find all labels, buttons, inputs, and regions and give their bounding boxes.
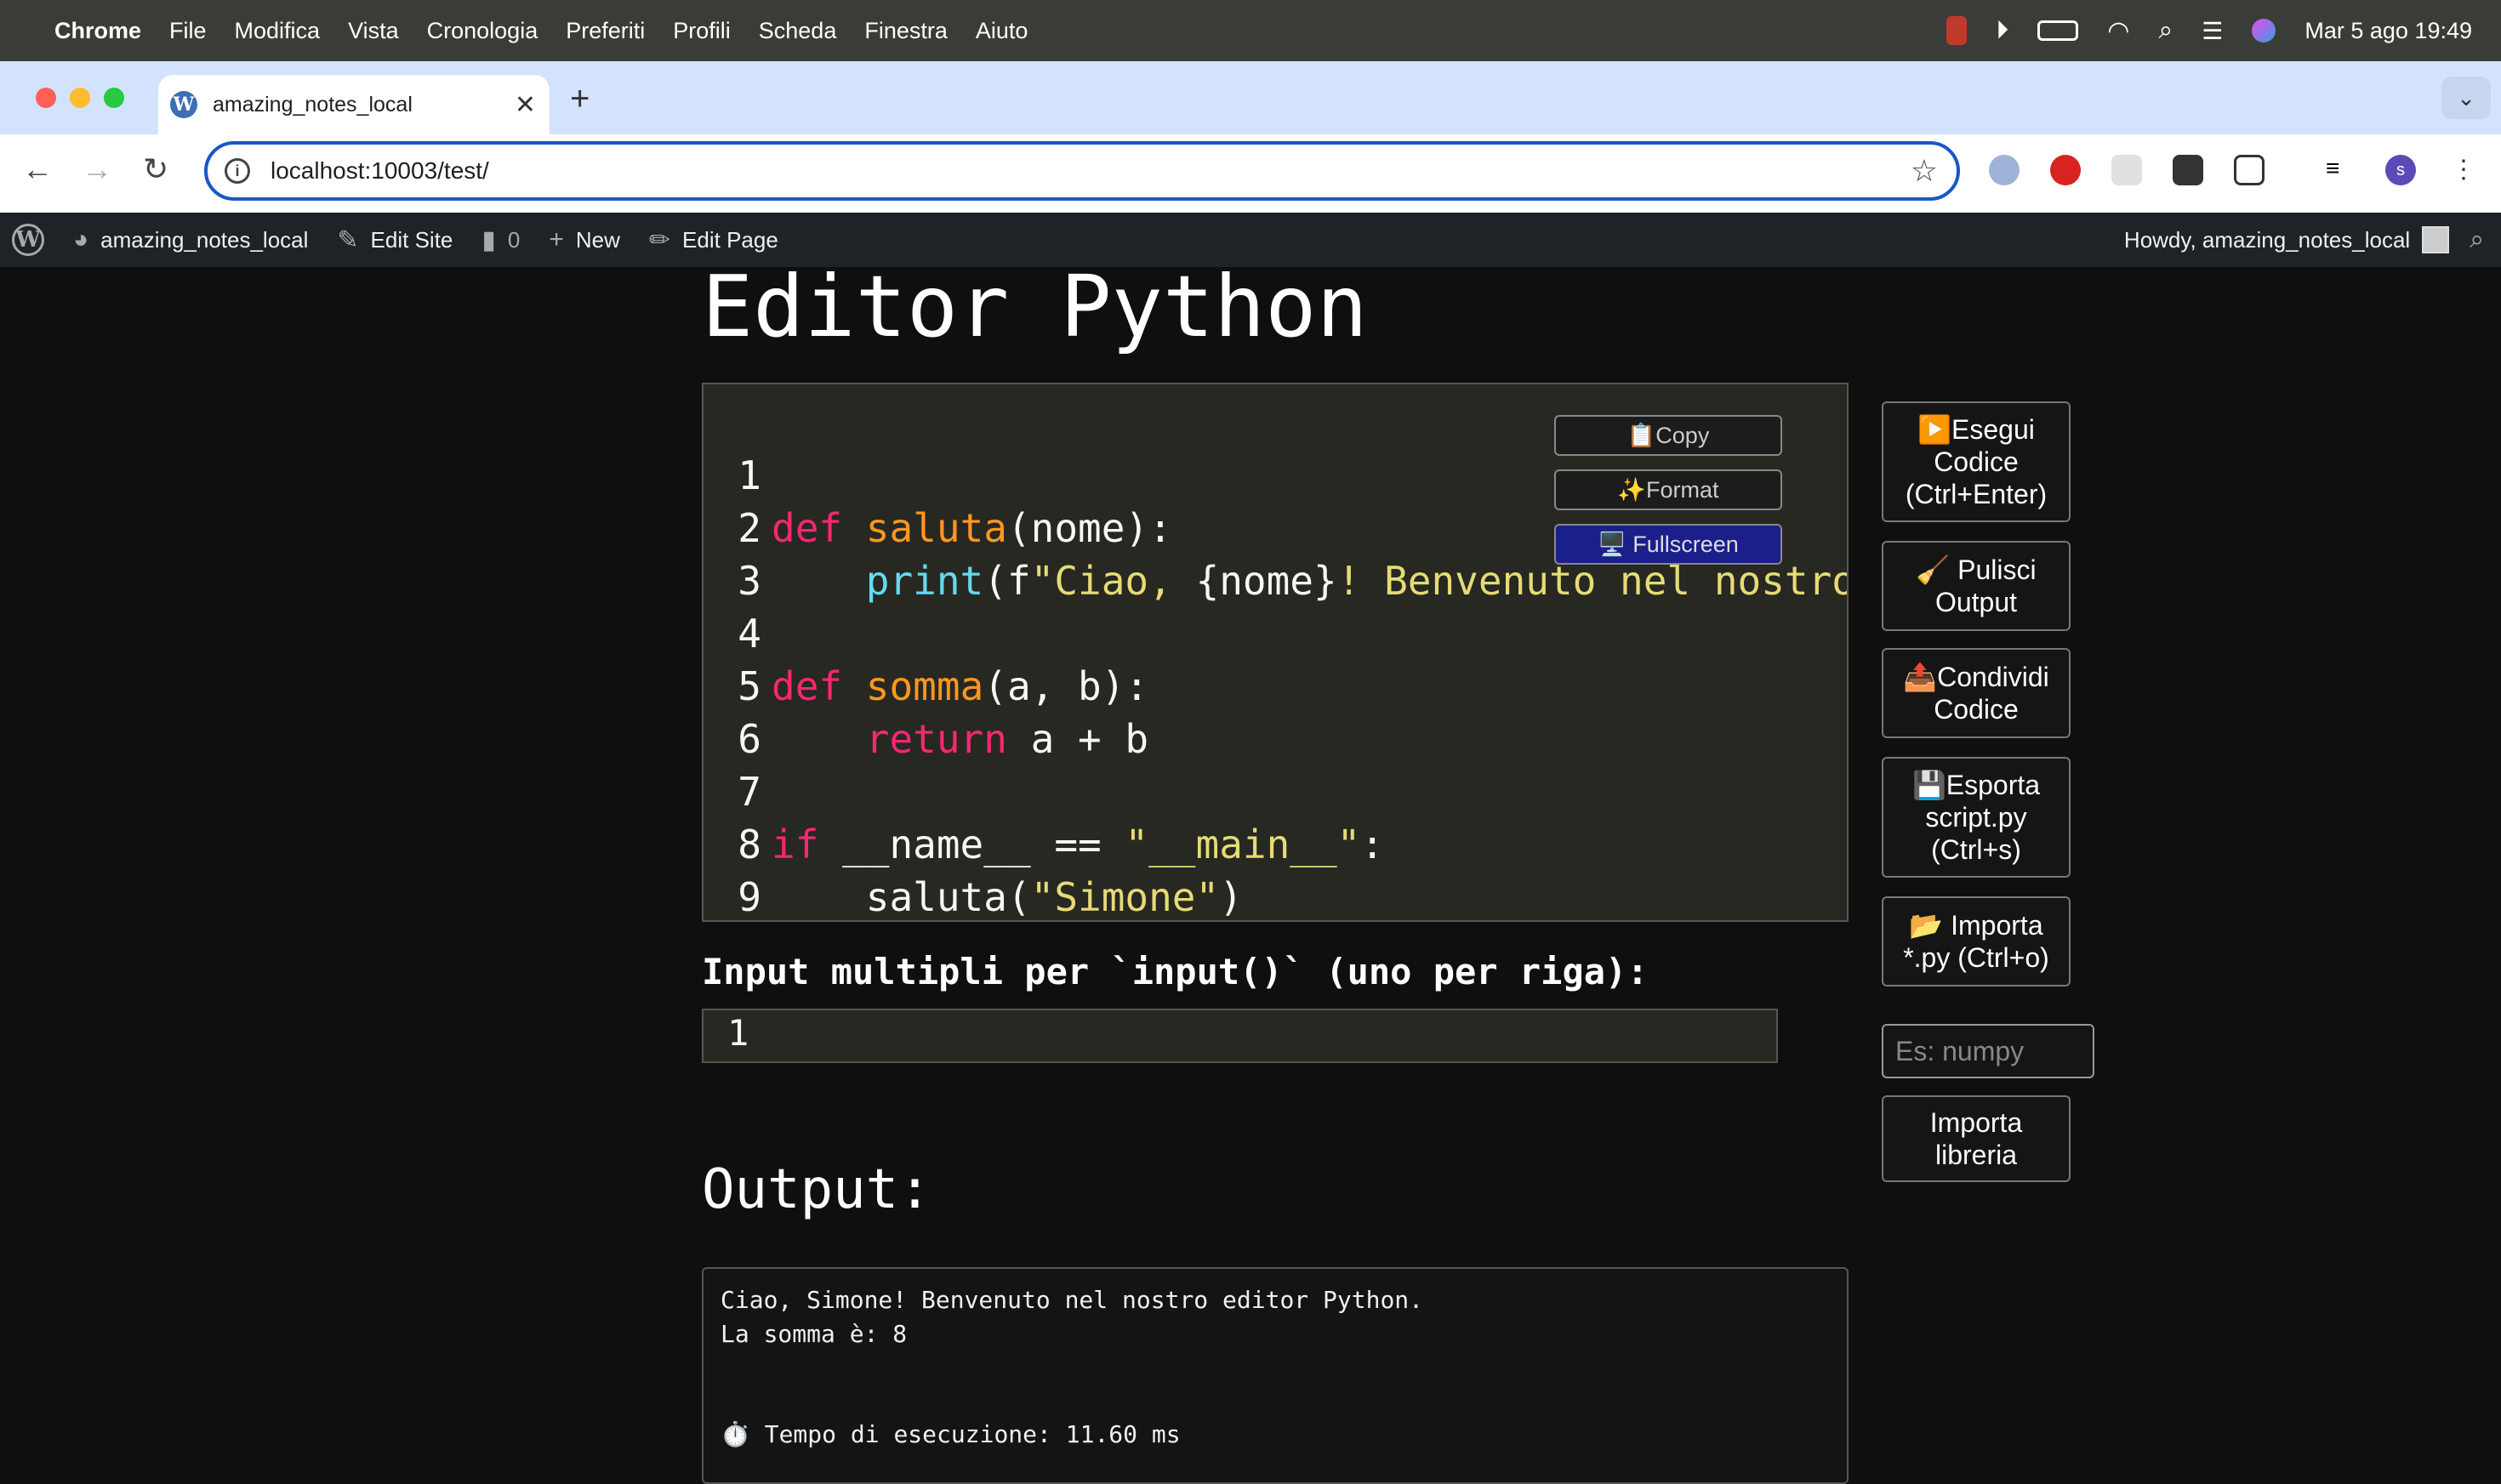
wp-comments[interactable]: ▮ 0 (481, 225, 520, 255)
code-line: 5 return a + b (704, 607, 1847, 762)
output-panel: Ciao, Simone! Benvenuto nel nostro edito… (702, 1267, 1849, 1484)
clear-output-button[interactable]: 🧹 Pulisci Output (1882, 541, 2071, 631)
code-line: 10 print("La somma è:", risultato) (704, 871, 1847, 920)
zoom-window-button[interactable] (104, 88, 124, 108)
input-label: Input multipli per `input()` (uno per ri… (702, 951, 1649, 992)
import-library-button[interactable]: Importa libreria (1882, 1095, 2071, 1182)
brush-icon: ✎ (337, 225, 359, 254)
siri-icon[interactable] (2252, 19, 2276, 43)
site-info-icon[interactable]: i (225, 158, 250, 184)
menu-modifica[interactable]: Modifica (235, 18, 321, 44)
wp-edit-site[interactable]: ✎ Edit Site (337, 225, 453, 255)
code-editor[interactable]: 1 def saluta(nome): 2 print(f"Ciao, {nom… (702, 383, 1849, 922)
format-button[interactable]: ✨Format (1554, 469, 1782, 510)
wp-new[interactable]: + New (549, 225, 620, 254)
profile-avatar[interactable]: s (2385, 155, 2416, 185)
wp-edit-page-label: Edit Page (682, 226, 778, 253)
reload-icon[interactable]: ↻ (143, 151, 168, 187)
library-name-input[interactable] (1882, 1024, 2094, 1078)
close-tab-icon[interactable]: ✕ (515, 90, 536, 120)
media-controls-icon[interactable]: ≡ (2326, 155, 2356, 185)
page-title: Editor Python (702, 257, 1368, 356)
menubar-clock[interactable]: Mar 5 ago 19:49 (2304, 18, 2472, 44)
play-icon[interactable]: ⏵ (1996, 16, 2008, 45)
wp-comment-count: 0 (507, 226, 521, 253)
spotlight-search-icon[interactable]: ⌕ (2158, 16, 2173, 45)
extension-python-icon[interactable] (2173, 155, 2203, 185)
status-app-icon[interactable] (1946, 16, 1968, 45)
fullscreen-button[interactable]: 🖥️ Fullscreen (1554, 524, 1782, 565)
menu-preferiti[interactable]: Preferiti (566, 18, 645, 44)
comment-icon: ▮ (481, 225, 496, 254)
import-py-button[interactable]: 📂 Importa *.py (Ctrl+o) (1882, 896, 2071, 986)
extension-1-icon[interactable] (1989, 155, 2020, 185)
extensions-puzzle-icon[interactable] (2234, 155, 2265, 185)
menu-aiuto[interactable]: Aiuto (976, 18, 1028, 44)
battery-icon[interactable] (2037, 20, 2079, 41)
wp-user-avatar[interactable] (2422, 226, 2450, 253)
tab-search-chevron-icon[interactable]: ⌄ (2441, 77, 2491, 119)
macos-menubar: Chrome File Modifica Vista Cronologia Pr… (0, 0, 2501, 61)
wordpress-favicon-icon: W (170, 91, 197, 118)
input-line-number: 1 (727, 1012, 749, 1054)
wp-howdy[interactable]: Howdy, amazing_notes_local (2124, 227, 2410, 253)
url-text[interactable]: localhost:10003/test/ (271, 157, 489, 185)
close-window-button[interactable] (36, 88, 56, 108)
wp-site-name[interactable]: ◕ amazing_notes_local (73, 225, 308, 254)
code-line: 6 (704, 660, 1847, 762)
extension-2-icon[interactable] (2050, 155, 2081, 185)
wp-search-icon[interactable]: ⌕ (2470, 225, 2484, 254)
stdin-input-area[interactable]: 1 (702, 1009, 1778, 1063)
copy-button[interactable]: 📋Copy (1554, 415, 1782, 456)
pencil-icon: ✏ (648, 225, 671, 254)
bookmark-star-icon[interactable]: ☆ (1911, 153, 1938, 189)
extension-3-icon[interactable] (2111, 155, 2142, 185)
output-title: Output: (702, 1158, 931, 1221)
menu-cronologia[interactable]: Cronologia (427, 18, 538, 44)
new-tab-icon[interactable]: + (570, 80, 590, 118)
menu-profili[interactable]: Profili (673, 18, 731, 44)
minimize-window-button[interactable] (70, 88, 90, 108)
output-line: Ciao, Simone! Benvenuto nel nostro edito… (721, 1286, 1424, 1314)
chrome-menu-icon[interactable]: ⋮ (2448, 155, 2479, 185)
code-line: 9 risultato = somma(3, 5) (704, 818, 1847, 920)
run-code-button[interactable]: ▶️Esegui Codice (Ctrl+Enter) (1882, 401, 2071, 522)
control-center-icon[interactable]: ☰ (2202, 17, 2223, 45)
wifi-icon[interactable]: ◠ (2107, 16, 2129, 46)
address-bar[interactable]: i localhost:10003/test/ ☆ (204, 141, 1960, 201)
wp-edit-page[interactable]: ✏ Edit Page (649, 225, 778, 255)
menu-app[interactable]: Chrome (54, 18, 141, 44)
output-line: La somma è: 8 (721, 1320, 908, 1348)
menu-finestra[interactable]: Finestra (864, 18, 948, 44)
code-line: 8 saluta("Simone") (704, 765, 1847, 920)
export-script-button[interactable]: 💾Esporta script.py (Ctrl+s) (1882, 757, 2071, 878)
back-icon[interactable]: ← (22, 151, 53, 187)
wp-new-label: New (575, 226, 620, 253)
tab-title: amazing_notes_local (213, 92, 413, 117)
wp-logo-icon[interactable]: W (12, 224, 44, 256)
dashboard-icon: ◕ (73, 225, 89, 253)
browser-tab[interactable]: W amazing_notes_local ✕ (158, 75, 550, 134)
menu-vista[interactable]: Vista (348, 18, 399, 44)
forward-icon[interactable]: → (82, 151, 112, 187)
plus-icon: + (549, 225, 564, 253)
wp-edit-site-label: Edit Site (370, 226, 453, 253)
code-line: 7 if __name__ == "__main__": (704, 713, 1847, 867)
execution-time: ⏱️ Tempo di esecuzione: 11.60 ms (721, 1420, 1181, 1448)
wp-site-label: amazing_notes_local (100, 226, 309, 253)
menu-file[interactable]: File (169, 18, 207, 44)
share-code-button[interactable]: 📤Condividi Codice (1882, 648, 2071, 738)
menu-scheda[interactable]: Scheda (759, 18, 837, 44)
